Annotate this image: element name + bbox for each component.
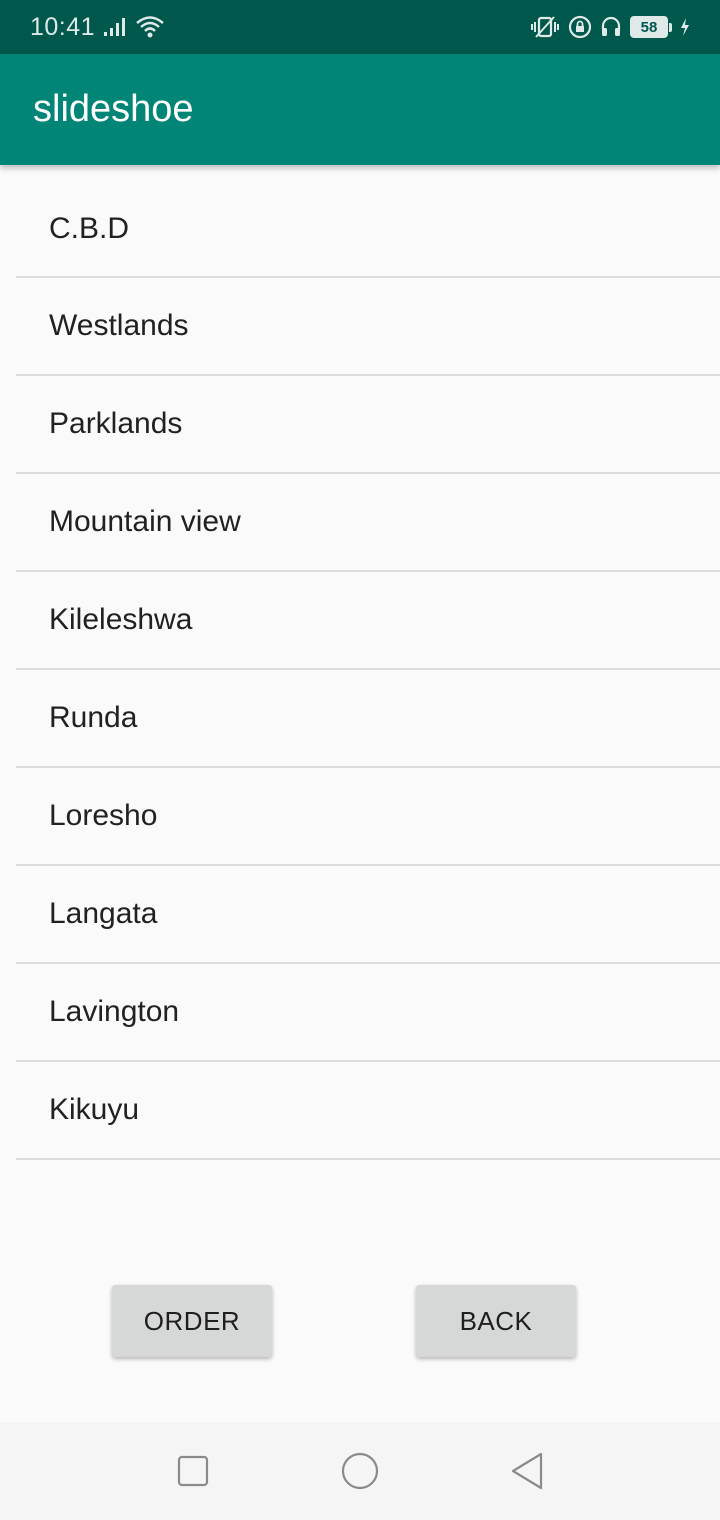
nav-back-button[interactable] bbox=[497, 1441, 557, 1501]
list-item[interactable]: Loresho bbox=[16, 768, 720, 866]
status-left: 10:41 bbox=[30, 13, 165, 42]
recents-square-icon bbox=[178, 1455, 209, 1487]
list-item[interactable]: Westlands bbox=[16, 278, 720, 376]
app-title: slideshoe bbox=[33, 88, 194, 130]
recents-button[interactable] bbox=[163, 1441, 223, 1501]
list-item[interactable]: Langata bbox=[16, 866, 720, 964]
order-button[interactable]: ORDER bbox=[112, 1285, 272, 1357]
navigation-bar bbox=[0, 1422, 720, 1520]
signal-icon bbox=[103, 17, 127, 37]
list-item[interactable]: Lavington bbox=[16, 964, 720, 1062]
battery-level: 58 bbox=[630, 16, 668, 38]
headset-icon bbox=[600, 15, 622, 39]
list-item[interactable]: C.B.D bbox=[16, 165, 720, 278]
status-time: 10:41 bbox=[30, 12, 96, 41]
home-button[interactable] bbox=[330, 1441, 390, 1501]
back-triangle-icon bbox=[511, 1452, 542, 1490]
screen: 10:41 58 slideshoe C.B.D Westlands Parkl… bbox=[0, 0, 720, 1520]
battery-tip bbox=[669, 22, 672, 32]
status-bar: 10:41 58 bbox=[0, 0, 720, 54]
app-bar: slideshoe bbox=[0, 54, 720, 165]
back-button[interactable]: BACK bbox=[416, 1285, 576, 1357]
list-item[interactable]: Kikuyu bbox=[16, 1062, 720, 1160]
wifi-icon bbox=[135, 15, 165, 39]
home-circle-icon bbox=[341, 1452, 379, 1490]
rotation-lock-icon bbox=[568, 15, 592, 39]
battery-icon: 58 bbox=[630, 16, 672, 38]
list-item[interactable]: Kileleshwa bbox=[16, 572, 720, 670]
location-list: C.B.D Westlands Parklands Mountain view … bbox=[0, 165, 720, 1160]
list-item[interactable]: Mountain view bbox=[16, 474, 720, 572]
vibrate-icon bbox=[530, 15, 560, 39]
status-right: 58 bbox=[530, 15, 690, 39]
list-item[interactable]: Runda bbox=[16, 670, 720, 768]
list-item[interactable]: Parklands bbox=[16, 376, 720, 474]
charging-icon bbox=[680, 17, 690, 37]
